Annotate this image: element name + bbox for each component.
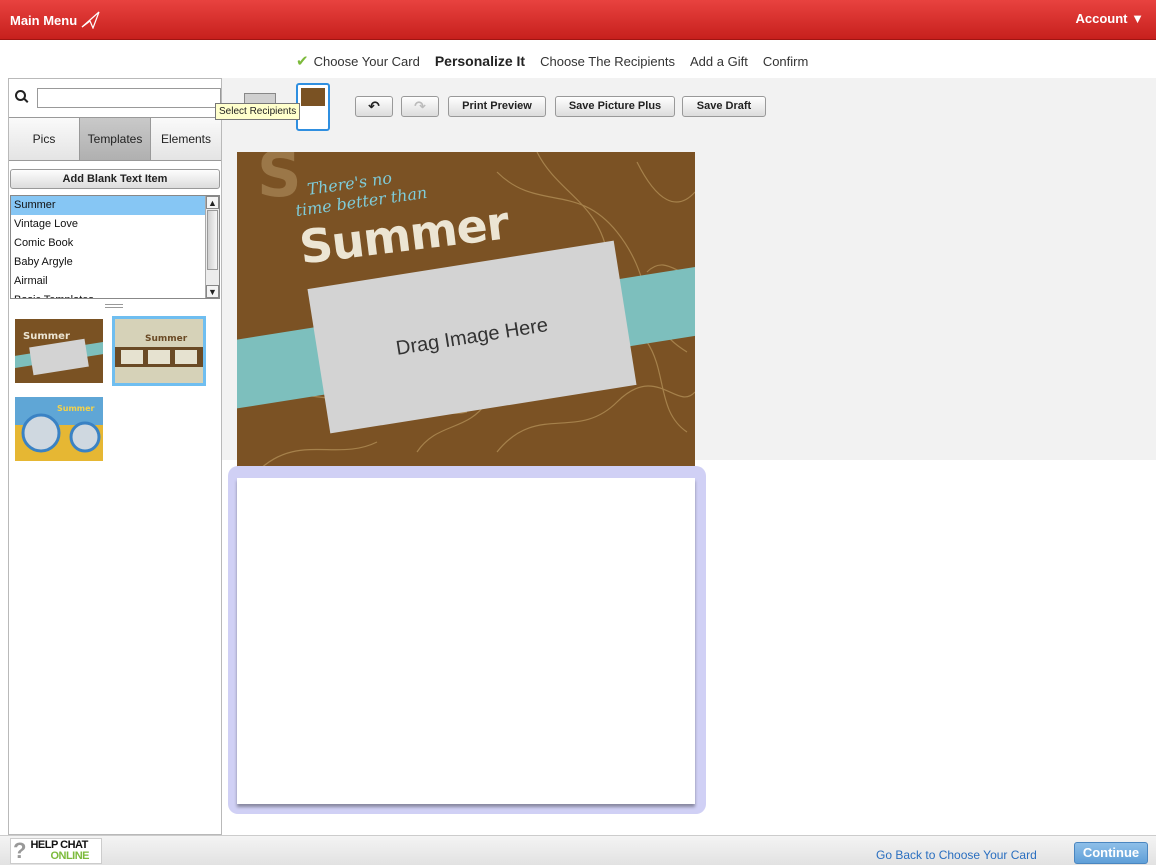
go-back-link[interactable]: Go Back to Choose Your Card xyxy=(876,848,1037,862)
template-list-scrollbar[interactable]: ▲ ▼ xyxy=(205,196,219,298)
tab-elements[interactable]: Elements xyxy=(151,118,221,160)
template-thumbnail-summer-1[interactable]: Summer xyxy=(15,319,103,383)
help-chat-button[interactable]: ? HELP CHAT ONLINE xyxy=(10,838,102,864)
tooltip: Select Recipients xyxy=(215,103,301,120)
scroll-up-arrow-icon[interactable]: ▲ xyxy=(206,196,219,209)
help-chat-status: ONLINE xyxy=(50,850,90,862)
card-inside-page[interactable] xyxy=(237,478,695,804)
asset-tabs: Pics Templates Elements xyxy=(9,117,221,161)
tab-templates[interactable]: Templates xyxy=(80,118,151,160)
add-blank-text-button[interactable]: Add Blank Text Item xyxy=(10,169,220,189)
svg-text:Summer: Summer xyxy=(23,331,70,342)
card-front[interactable]: S There's no time better than Summer Dra… xyxy=(237,152,695,478)
checkout-steps: ✔ Choose Your Card Personalize It Choose… xyxy=(0,40,1156,78)
undo-button[interactable]: ↶ xyxy=(355,96,393,117)
page-thumb-preview xyxy=(301,88,325,106)
top-bar: Main Menu Account ▼ xyxy=(0,0,1156,40)
step-add-gift[interactable]: Add a Gift xyxy=(690,52,748,70)
redo-icon: ↷ xyxy=(414,98,426,114)
search-input[interactable] xyxy=(37,88,221,108)
step-choose-card[interactable]: ✔ Choose Your Card xyxy=(296,52,420,70)
main-menu-label: Main Menu xyxy=(10,12,78,28)
step-personalize[interactable]: Personalize It xyxy=(435,52,525,70)
list-item[interactable]: Airmail xyxy=(11,272,206,291)
question-icon: ? xyxy=(13,838,27,863)
list-item[interactable]: Comic Book xyxy=(11,234,206,253)
card-page-thumbnail[interactable] xyxy=(296,83,330,131)
template-thumbnail-summer-2[interactable]: Summer xyxy=(112,316,206,386)
save-draft-button[interactable]: Save Draft xyxy=(682,96,766,117)
list-item[interactable]: Basic Templates xyxy=(11,291,206,298)
scroll-thumb[interactable] xyxy=(207,210,218,270)
paper-plane-icon xyxy=(81,11,100,29)
step-confirm[interactable]: Confirm xyxy=(763,52,809,70)
undo-icon: ↶ xyxy=(368,98,380,114)
tab-pics[interactable]: Pics xyxy=(9,118,80,160)
template-thumbnail-summer-3[interactable]: Summer xyxy=(15,397,103,461)
scroll-down-arrow-icon[interactable]: ▼ xyxy=(206,285,219,298)
thumbnail-preview: Summer xyxy=(15,319,103,383)
step-choose-recipients[interactable]: Choose The Recipients xyxy=(540,52,675,70)
list-resize-handle[interactable] xyxy=(105,304,123,308)
left-panel: Pics Templates Elements Add Blank Text I… xyxy=(8,78,222,835)
main-menu-button[interactable]: Main Menu xyxy=(10,11,101,29)
search-icon xyxy=(15,90,26,101)
print-preview-button[interactable]: Print Preview xyxy=(448,96,546,117)
list-item[interactable]: Baby Argyle xyxy=(11,253,206,272)
svg-text:Summer: Summer xyxy=(57,404,95,413)
thumbnail-preview: Summer xyxy=(115,319,203,383)
continue-button[interactable]: Continue xyxy=(1074,842,1148,864)
list-item[interactable]: Vintage Love xyxy=(11,215,206,234)
bottom-bar: ? HELP CHAT ONLINE Go Back to Choose You… xyxy=(0,835,1156,865)
list-item[interactable]: Summer xyxy=(11,196,206,215)
save-picture-plus-button[interactable]: Save Picture Plus xyxy=(555,96,675,117)
checkmark-icon: ✔ xyxy=(296,53,309,70)
redo-button[interactable]: ↷ xyxy=(401,96,439,117)
template-list: Summer Vintage Love Comic Book Baby Argy… xyxy=(10,195,220,299)
thumbnail-preview: Summer xyxy=(15,397,103,461)
svg-text:Summer: Summer xyxy=(145,334,188,344)
account-menu-button[interactable]: Account ▼ xyxy=(1076,11,1144,26)
